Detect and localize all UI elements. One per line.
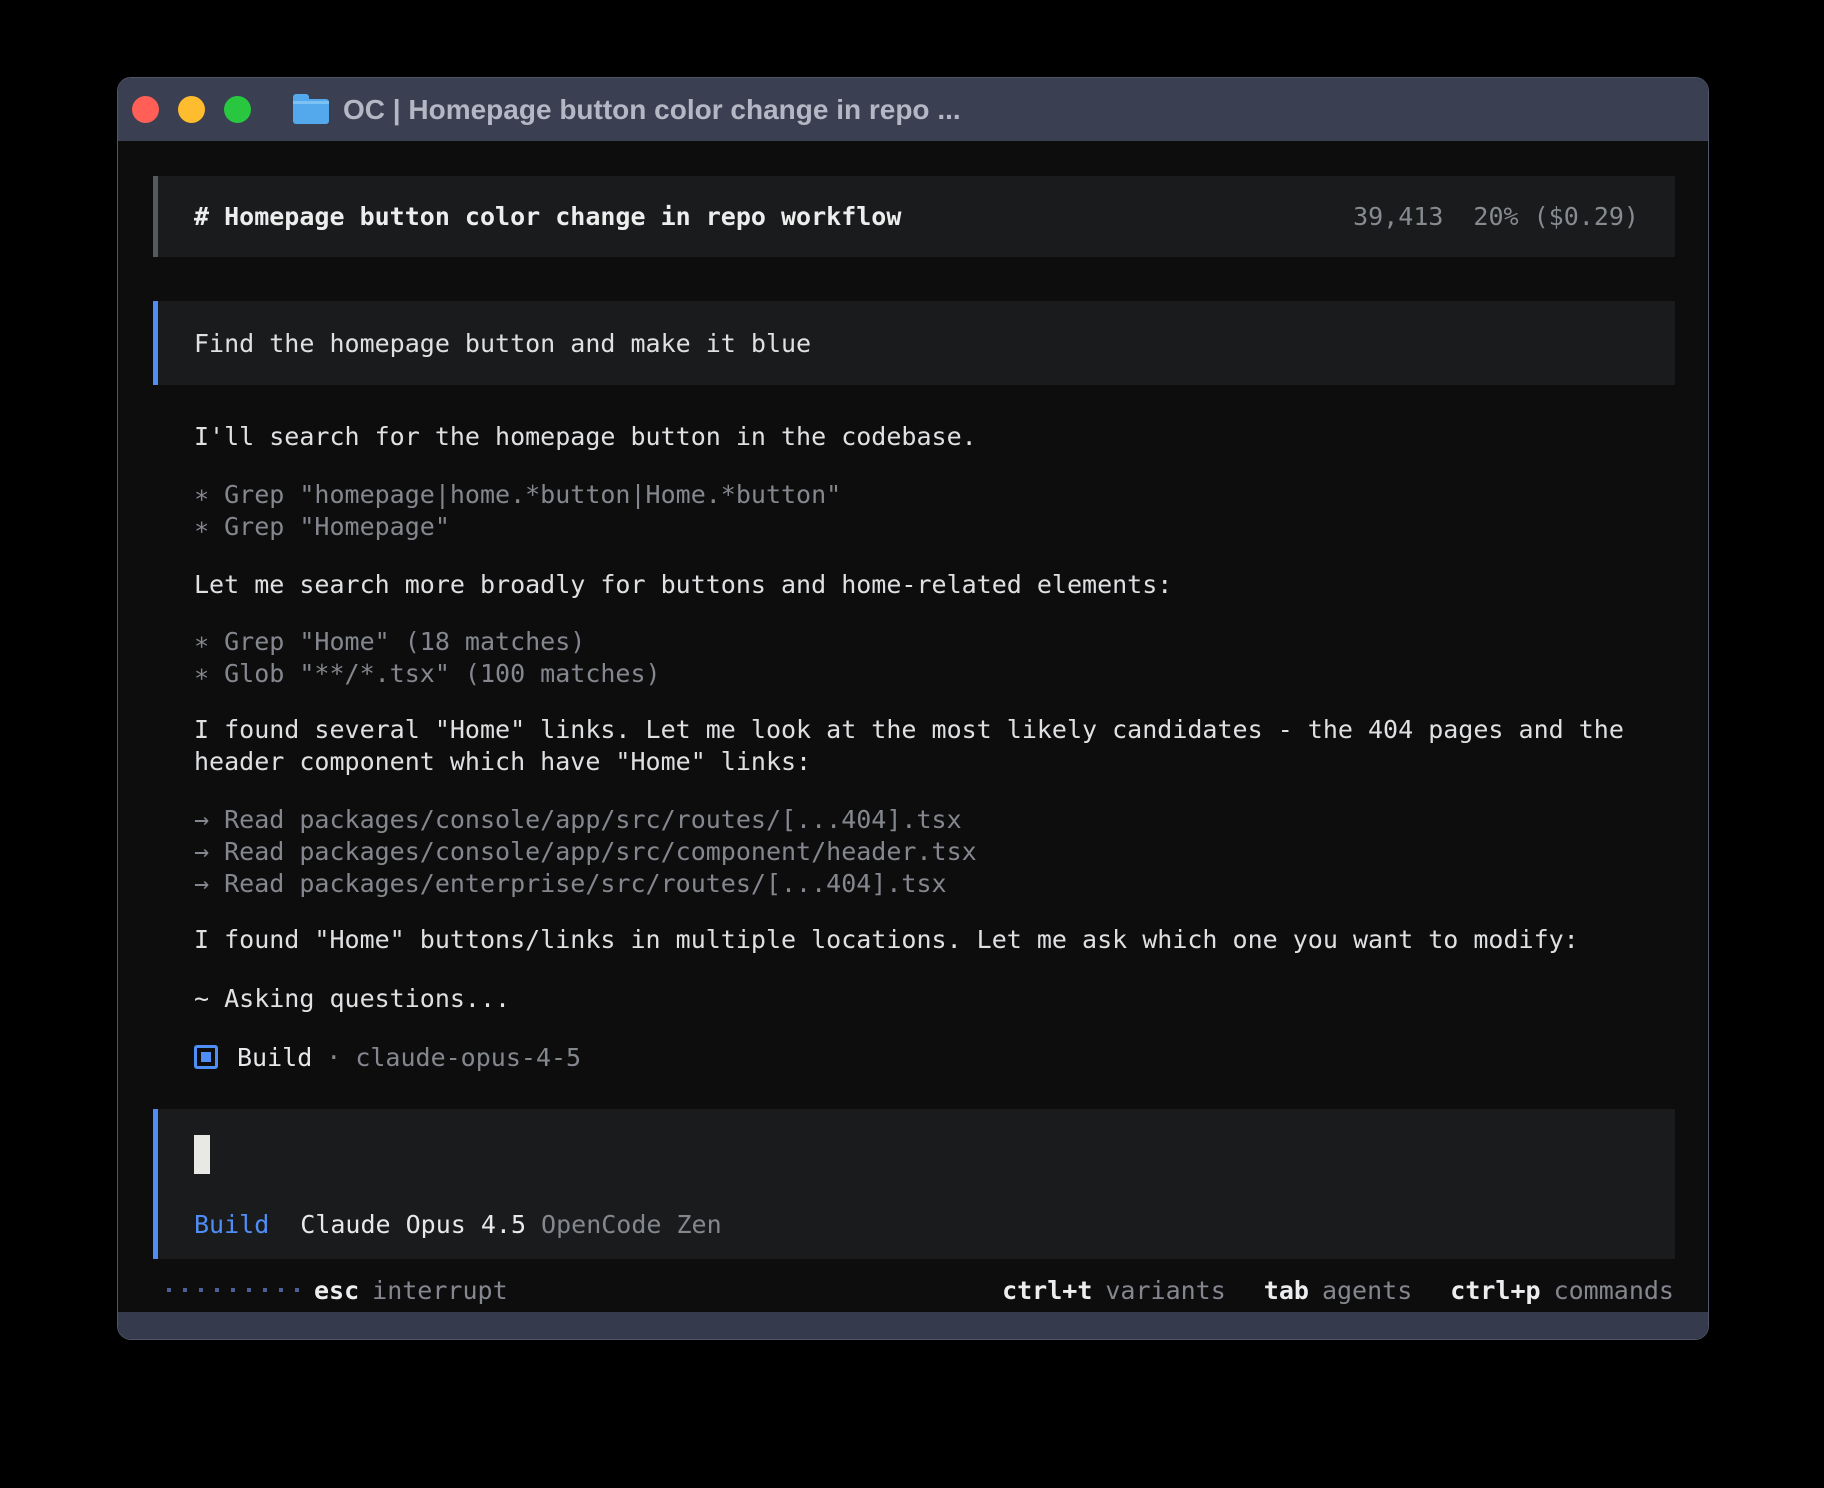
assistant-paragraph: I found "Home" buttons/links in multiple… — [194, 924, 1648, 956]
editor-provider-label: OpenCode Zen — [541, 1210, 722, 1239]
tool-call-grep: ∗ Grep "Homepage" — [194, 511, 1648, 543]
tool-call-group: ∗ Grep "Home" (18 matches) ∗ Glob "**/*.… — [194, 626, 1648, 690]
window-bottom-edge — [118, 1312, 1708, 1339]
tool-call-grep: ∗ Grep "homepage|home.*button|Home.*butt… — [194, 479, 1648, 511]
token-count: 39,413 — [1353, 202, 1443, 231]
session-stats: 39,413 20% ($0.29) — [1353, 202, 1639, 231]
context-cost: 20% ($0.29) — [1473, 202, 1639, 231]
esc-key: esc — [314, 1276, 359, 1305]
terminal-window: OC | Homepage button color change in rep… — [117, 77, 1709, 1340]
title-wrap: OC | Homepage button color change in rep… — [293, 94, 961, 126]
tool-call-group: ∗ Grep "homepage|home.*button|Home.*butt… — [194, 479, 1648, 543]
titlebar[interactable]: OC | Homepage button color change in rep… — [118, 78, 1708, 141]
folder-icon — [293, 99, 329, 124]
tool-call-read: → Read packages/console/app/src/componen… — [194, 836, 1648, 868]
traffic-lights — [132, 96, 251, 123]
shortcut-variants: ctrl+t variants — [1002, 1276, 1226, 1305]
assistant-paragraph: Let me search more broadly for buttons a… — [194, 569, 1648, 601]
shortcut-interrupt: esc interrupt — [314, 1276, 508, 1305]
shortcut-agents: tab agents — [1264, 1276, 1412, 1305]
agent-model: claude-opus-4-5 — [355, 1043, 581, 1072]
minimize-button[interactable] — [178, 96, 205, 123]
user-message-text: Find the homepage button and make it blu… — [194, 329, 811, 358]
tool-call-read: → Read packages/enterprise/src/routes/[.… — [194, 868, 1648, 900]
session-header: # Homepage button color change in repo w… — [153, 176, 1675, 257]
session-title: # Homepage button color change in repo w… — [194, 202, 901, 231]
editor-agent-label: Build — [194, 1210, 269, 1239]
editor-model-label: Claude Opus 4.5 — [300, 1210, 526, 1239]
throbber-dots-icon — [167, 1288, 299, 1292]
esc-label: interrupt — [372, 1276, 507, 1305]
prompt-input[interactable]: Build Claude Opus 4.5 OpenCode Zen — [153, 1109, 1675, 1259]
assistant-status-line: ~ Asking questions... — [194, 983, 1648, 1015]
assistant-paragraph: I found several "Home" links. Let me loo… — [194, 714, 1648, 778]
agent-row: Build · claude-opus-4-5 — [194, 1041, 1648, 1073]
close-button[interactable] — [132, 96, 159, 123]
user-message: Find the homepage button and make it blu… — [153, 301, 1675, 385]
tool-call-group: → Read packages/console/app/src/routes/[… — [194, 804, 1648, 900]
tool-call-grep: ∗ Grep "Home" (18 matches) — [194, 626, 1648, 658]
assistant-paragraph: I'll search for the homepage button in t… — [194, 421, 1648, 453]
editor-meta: Build Claude Opus 4.5 OpenCode Zen — [194, 1210, 1675, 1239]
agent-separator: · — [326, 1043, 341, 1072]
agent-build-icon — [194, 1045, 218, 1069]
shortcut-hints: ctrl+t variants tab agents ctrl+p comman… — [1002, 1276, 1674, 1305]
zoom-button[interactable] — [224, 96, 251, 123]
window-title: OC | Homepage button color change in rep… — [343, 94, 961, 126]
statusbar: esc interrupt ctrl+t variants tab agents… — [167, 1275, 1674, 1305]
tool-call-read: → Read packages/console/app/src/routes/[… — [194, 804, 1648, 836]
terminal-content: # Homepage button color change in repo w… — [118, 141, 1708, 1312]
text-cursor — [194, 1135, 210, 1174]
shortcut-commands: ctrl+p commands — [1450, 1276, 1674, 1305]
tool-call-glob: ∗ Glob "**/*.tsx" (100 matches) — [194, 658, 1648, 690]
assistant-transcript: I'll search for the homepage button in t… — [194, 421, 1648, 1073]
agent-name: Build — [237, 1043, 312, 1072]
